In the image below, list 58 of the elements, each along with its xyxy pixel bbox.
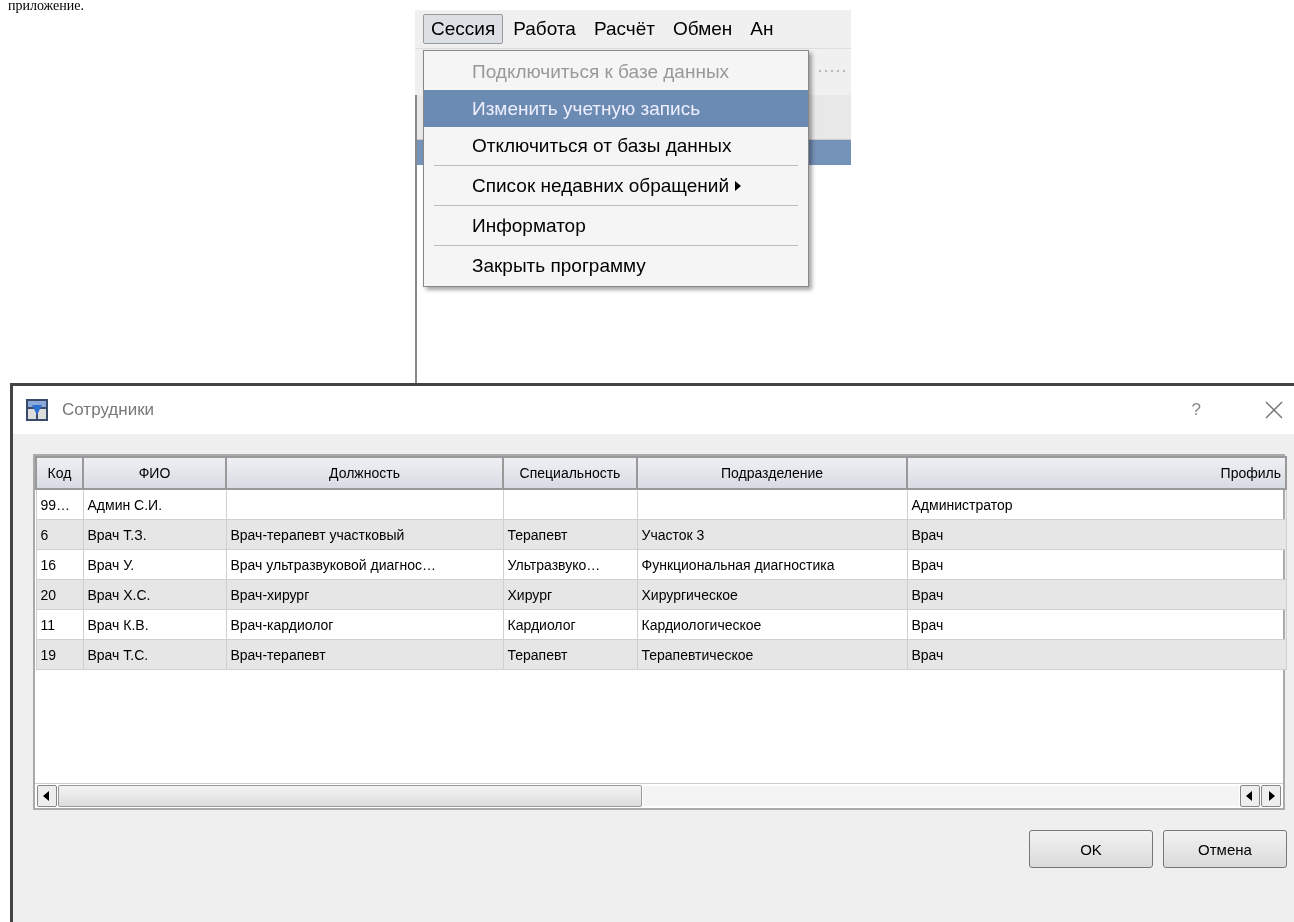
table-cell: Админ С.И. [83,489,226,520]
dialog-button[interactable]: OK [1029,830,1153,868]
table-cell: Администратор [907,489,1286,520]
table-cell: Врач [907,639,1286,670]
table-cell: Терапевт [503,639,637,670]
table-cell: Участок 3 [637,519,907,550]
scroll-left-icon[interactable] [37,785,57,807]
table-cell: Врач-хирург [226,579,503,610]
table-cell: Врач К.В. [83,609,226,640]
close-icon[interactable] [1265,401,1283,419]
table-cell: Врач Т.З. [83,519,226,550]
table-cell: Кардиологическое [637,609,907,640]
menu-item[interactable]: Работа [505,14,584,44]
menu-item[interactable]: Отключиться от базы данных [424,127,808,164]
table-cell: Врач У. [83,549,226,580]
table-cell: Врач [907,579,1286,610]
table-cell: Врач ультразвуковой диагнос… [226,549,503,580]
table-cell: Врач-кардиолог [226,609,503,640]
table-cell: 20 [36,579,83,610]
table-cell: 11 [36,609,83,640]
window-title: Сотрудники [62,400,156,420]
dialog-button[interactable]: Отмена [1163,830,1287,868]
scrollbar-thumb[interactable] [58,785,642,807]
horizontal-scrollbar[interactable] [35,783,1283,808]
column-header[interactable]: ФИО [83,457,226,489]
table-cell: 19 [36,639,83,670]
table-cell: Хирург [503,579,637,610]
table-cell: Функциональная диагностика [637,549,907,580]
table-cell: Врач [907,609,1286,640]
column-header[interactable]: Специальность [503,457,637,489]
menu-item[interactable]: Сессия [423,14,504,44]
table-cell: Ультразвуко… [503,549,637,580]
table-cell: 6 [36,519,83,550]
menu-item[interactable]: Ан [742,14,782,44]
table-cell: Терапевт [503,519,637,550]
table-cell: Хирургическое [637,579,907,610]
scroll-right-icon[interactable] [1261,785,1281,807]
table-cell: Врач Х.С. [83,579,226,610]
table-cell: Врач-терапевт участковый [226,519,503,550]
table-cell: Врач [907,519,1286,550]
column-header[interactable]: Код [36,457,83,489]
help-button[interactable]: ? [1191,400,1201,420]
table-cell: 16 [36,549,83,580]
column-header[interactable]: Должность [226,457,503,489]
column-header[interactable]: Профиль [907,457,1286,489]
menu-item[interactable]: Обмен [665,14,741,44]
table-cell: Терапевтическое [637,639,907,670]
table-cell: 99… [36,489,83,520]
menu-item[interactable]: Расчёт [585,14,663,44]
column-header[interactable]: Подразделение [637,457,907,489]
table-cell: Врач [907,549,1286,580]
document-text: приложение. [8,0,85,14]
scroll-left-icon[interactable] [1240,785,1260,807]
table-cell: Врач Т.С. [83,639,226,670]
table-cell: Врач-терапевт [226,639,503,670]
app-icon [26,399,48,421]
table-cell: Кардиолог [503,609,637,640]
grip-icon [817,67,847,75]
